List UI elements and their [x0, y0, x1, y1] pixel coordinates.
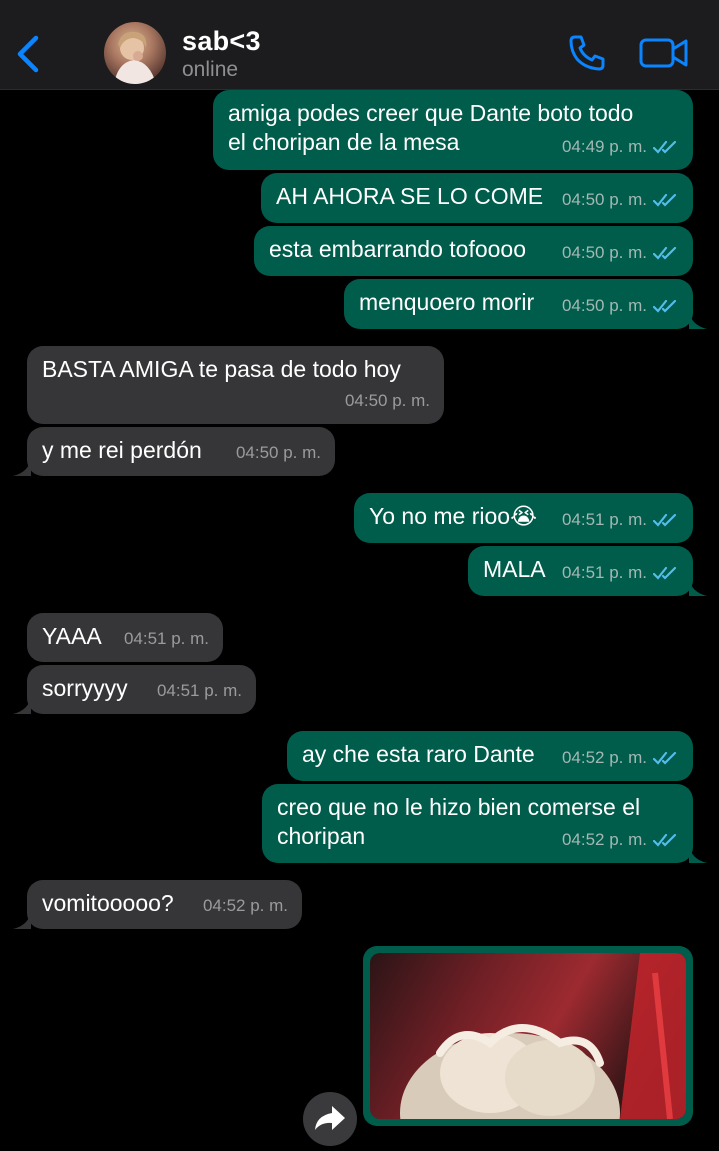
message-time: 04:50 p. m. [561, 243, 647, 262]
message-bubble-outgoing[interactable]: AH AHORA SE LO COME 04:50 p. m. [261, 173, 693, 223]
chat-header: sab<3 online [0, 0, 719, 90]
message-time: 04:50 p. m. [561, 296, 647, 315]
double-check-icon [653, 299, 677, 313]
double-check-icon [653, 193, 677, 207]
contact-status: online [182, 58, 239, 81]
message-bubble-incoming[interactable]: BASTA AMIGA te pasa de todo hoy 04:50 p.… [27, 346, 444, 424]
contact-name[interactable]: sab<3 [182, 26, 261, 57]
double-check-icon [653, 246, 677, 260]
message-bubble-incoming[interactable]: YAAA 04:51 p. m. [27, 613, 223, 662]
message-meta: 04:51 p. m. [562, 505, 679, 534]
message-meta: 04:51 p. m. [124, 624, 209, 653]
bubble-tail [689, 578, 707, 596]
message-time: 04:50 p. m. [235, 443, 321, 462]
message-bubble-outgoing[interactable]: amiga podes creer que Dante boto todo el… [213, 90, 693, 170]
double-check-icon [653, 566, 677, 580]
avatar[interactable] [104, 22, 166, 84]
bubble-tail [689, 311, 707, 329]
forward-arrow-icon [315, 1106, 345, 1130]
message-meta: 04:51 p. m. [157, 676, 242, 705]
back-button[interactable] [14, 32, 44, 76]
chevron-left-icon [17, 35, 39, 73]
photo-thumbnail[interactable] [370, 953, 686, 1119]
message-meta: 04:50 p. m. [562, 238, 679, 267]
message-meta: 04:50 p. m. [236, 438, 321, 467]
double-check-icon [653, 833, 677, 847]
message-meta: 04:52 p. m. [562, 825, 679, 854]
bubble-tail [689, 845, 707, 863]
message-time: 04:51 p. m. [123, 629, 209, 648]
message-bubble-incoming[interactable]: sorryyyy 04:51 p. m. [13, 665, 256, 714]
video-camera-icon [639, 38, 688, 68]
double-check-icon [653, 751, 677, 765]
bubble-tail [13, 911, 31, 929]
call-button[interactable] [566, 32, 608, 74]
bubble-tail [13, 458, 31, 476]
message-bubble-outgoing[interactable]: MALA 04:51 p. m. [468, 546, 707, 596]
message-time: 04:52 p. m. [202, 896, 288, 915]
message-meta: 04:51 p. m. [562, 558, 679, 587]
message-meta: 04:52 p. m. [562, 743, 679, 772]
message-time: 04:49 p. m. [561, 137, 647, 156]
phone-icon [569, 35, 605, 71]
message-bubble-incoming[interactable]: vomitooooo? 04:52 p. m. [13, 880, 302, 929]
message-bubble-outgoing[interactable]: ay che esta raro Dante 04:52 p. m. [287, 731, 693, 781]
message-time: 04:51 p. m. [156, 681, 242, 700]
message-bubble-outgoing[interactable]: menquoero morir 04:50 p. m. [344, 279, 707, 329]
message-time: 04:51 p. m. [561, 510, 647, 529]
message-time: 04:52 p. m. [561, 748, 647, 767]
message-time: 04:52 p. m. [561, 830, 647, 849]
forward-button[interactable] [303, 1092, 357, 1146]
message-meta: 04:50 p. m. [562, 185, 679, 214]
bubble-tail [13, 696, 31, 714]
double-check-icon [653, 140, 677, 154]
double-check-icon [653, 513, 677, 527]
message-meta: 04:52 p. m. [203, 891, 288, 920]
message-text: BASTA AMIGA te pasa de todo hoy [42, 356, 401, 382]
message-bubble-outgoing[interactable]: Yo no me rioo😭 04:51 p. m. [354, 493, 693, 543]
message-bubble-incoming[interactable]: y me rei perdón 04:50 p. m. [13, 427, 335, 476]
message-meta: 04:50 p. m. [345, 386, 430, 415]
video-call-button[interactable] [638, 34, 690, 72]
message-meta: 04:50 p. m. [562, 291, 679, 320]
message-time: 04:50 p. m. [344, 391, 430, 410]
media-message-bubble[interactable] [363, 946, 693, 1126]
message-bubble-outgoing[interactable]: esta embarrando tofoooo 04:50 p. m. [254, 226, 693, 276]
message-meta: 04:49 p. m. [562, 132, 679, 161]
message-time: 04:50 p. m. [561, 190, 647, 209]
message-bubble-outgoing[interactable]: creo que no le hizo bien comerse el chor… [262, 784, 707, 863]
message-time: 04:51 p. m. [561, 563, 647, 582]
